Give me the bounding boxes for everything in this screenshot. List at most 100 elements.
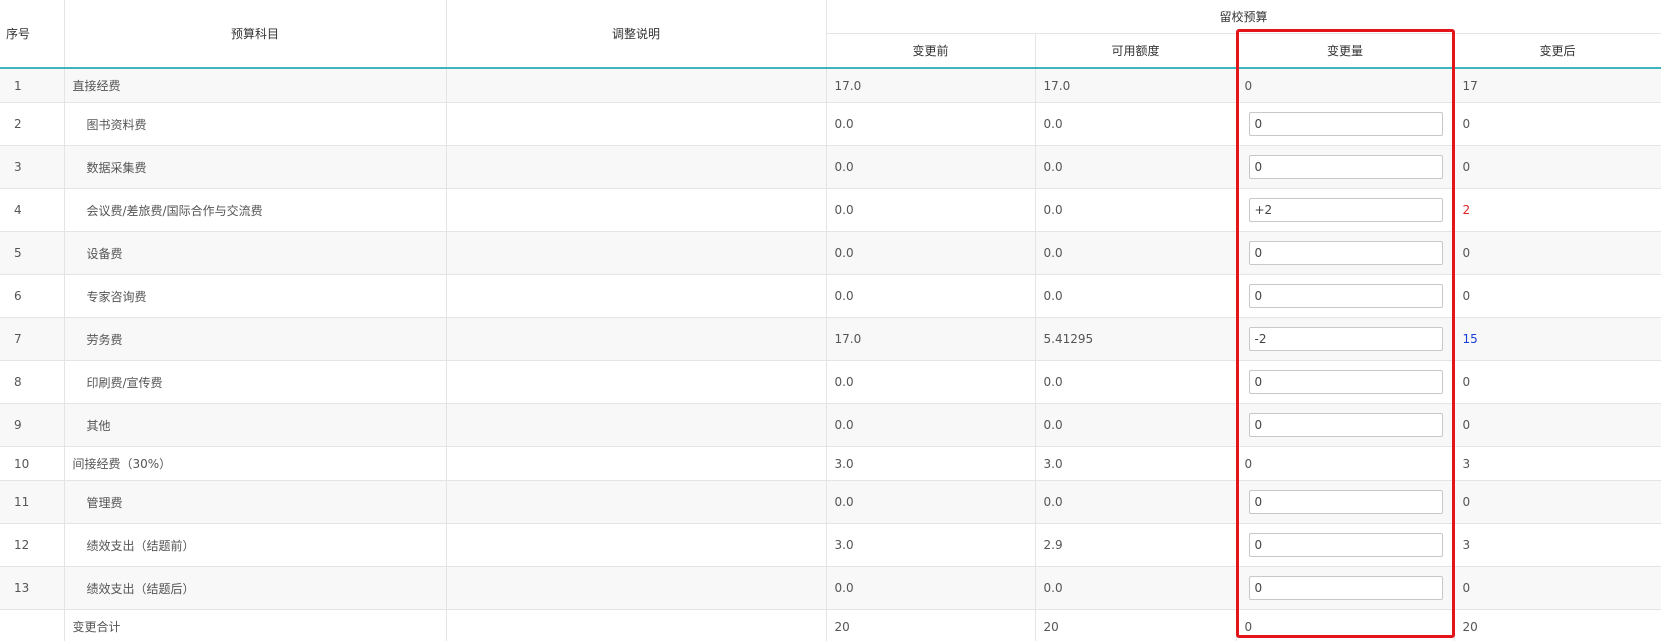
row-after: 0 [1454, 145, 1661, 189]
row-available: 0.0 [1035, 231, 1237, 275]
row-change [1236, 403, 1455, 447]
row-note [446, 145, 827, 189]
row-after: 0 [1454, 360, 1661, 404]
row-after: 17 [1454, 68, 1661, 103]
row-after: 0 [1454, 102, 1661, 146]
row-available: 0.0 [1035, 274, 1237, 318]
row-subject: 直接经费 [64, 68, 447, 103]
total-label: 变更合计 [64, 609, 447, 641]
change-input[interactable] [1248, 112, 1443, 136]
row-after: 0 [1454, 231, 1661, 275]
row-subject: 其他 [64, 403, 447, 447]
row-note [446, 480, 827, 524]
change-input[interactable] [1248, 533, 1443, 557]
change-input[interactable] [1248, 576, 1443, 600]
change-input[interactable] [1248, 370, 1443, 394]
row-subject: 专家咨询费 [64, 274, 447, 318]
row-subject: 数据采集费 [64, 145, 447, 189]
table-row: 7 劳务费 17.0 5.41295 15 [0, 317, 1661, 361]
row-change: 0 [1236, 68, 1455, 103]
header-subject: 预算科目 [64, 0, 447, 69]
budget-adjust-page: 序号 预算科目 调整说明 留校预算 变更前 可用额度 变更量 变更后 1 直接经… [0, 0, 1661, 641]
header-group-retained-budget: 留校预算 [826, 0, 1661, 34]
row-change [1236, 102, 1455, 146]
change-input[interactable] [1248, 490, 1443, 514]
row-subject-label: 绩效支出（结题后） [86, 581, 195, 596]
total-after: 20 [1454, 609, 1661, 641]
header-available: 可用额度 [1035, 33, 1237, 69]
row-index: 8 [0, 360, 65, 404]
table-row: 2 图书资料费 0.0 0.0 0 [0, 102, 1661, 146]
row-subject-label: 印刷费/宣传费 [86, 375, 163, 390]
row-change [1236, 274, 1455, 318]
total-change: 0 [1236, 609, 1455, 641]
row-subject: 间接经费（30%） [64, 446, 447, 481]
row-subject-label: 管理费 [86, 495, 123, 510]
row-available: 0.0 [1035, 480, 1237, 524]
row-available: 0.0 [1035, 566, 1237, 610]
budget-table: 序号 预算科目 调整说明 留校预算 变更前 可用额度 变更量 变更后 1 直接经… [0, 0, 1661, 641]
row-note [446, 102, 827, 146]
row-subject: 设备费 [64, 231, 447, 275]
row-subject-label: 图书资料费 [86, 117, 147, 132]
row-available: 2.9 [1035, 523, 1237, 567]
row-note [446, 523, 827, 567]
table-header: 序号 预算科目 调整说明 留校预算 变更前 可用额度 变更量 变更后 [0, 0, 1661, 69]
header-note: 调整说明 [446, 0, 827, 69]
row-subject-label: 其他 [86, 418, 111, 433]
row-before: 3.0 [826, 523, 1036, 567]
row-available: 5.41295 [1035, 317, 1237, 361]
row-subject: 印刷费/宣传费 [64, 360, 447, 404]
table-row: 5 设备费 0.0 0.0 0 [0, 231, 1661, 275]
header-change: 变更量 [1236, 33, 1455, 69]
row-subject-label: 专家咨询费 [86, 289, 147, 304]
row-before: 0.0 [826, 566, 1036, 610]
row-before: 0.0 [826, 403, 1036, 447]
row-note [446, 360, 827, 404]
row-before: 3.0 [826, 446, 1036, 481]
row-change [1236, 566, 1455, 610]
change-input[interactable] [1248, 327, 1443, 351]
row-after: 0 [1454, 274, 1661, 318]
row-change [1236, 317, 1455, 361]
row-before: 0.0 [826, 145, 1036, 189]
row-index: 9 [0, 403, 65, 447]
row-before: 0.0 [826, 188, 1036, 232]
row-after: 15 [1454, 317, 1661, 361]
row-note [446, 566, 827, 610]
row-subject-label: 会议费/差旅费/国际合作与交流费 [86, 203, 263, 218]
change-input[interactable] [1248, 155, 1443, 179]
row-before: 0.0 [826, 480, 1036, 524]
row-subject: 劳务费 [64, 317, 447, 361]
total-index [0, 609, 65, 641]
table-row: 3 数据采集费 0.0 0.0 0 [0, 145, 1661, 189]
row-before: 0.0 [826, 360, 1036, 404]
change-input[interactable] [1248, 241, 1443, 265]
row-subject: 图书资料费 [64, 102, 447, 146]
row-subject: 绩效支出（结题后） [64, 566, 447, 610]
row-index: 6 [0, 274, 65, 318]
table-row: 11 管理费 0.0 0.0 0 [0, 480, 1661, 524]
row-change [1236, 523, 1455, 567]
row-after: 0 [1454, 480, 1661, 524]
row-before: 0.0 [826, 102, 1036, 146]
change-input[interactable] [1248, 284, 1443, 308]
table-row: 6 专家咨询费 0.0 0.0 0 [0, 274, 1661, 318]
row-after: 3 [1454, 446, 1661, 481]
row-note [446, 317, 827, 361]
row-index: 12 [0, 523, 65, 567]
row-note [446, 403, 827, 447]
row-index: 10 [0, 446, 65, 481]
row-after: 2 [1454, 188, 1661, 232]
change-input[interactable] [1248, 413, 1443, 437]
table-row: 13 绩效支出（结题后） 0.0 0.0 0 [0, 566, 1661, 610]
header-after: 变更后 [1454, 33, 1661, 69]
row-index: 11 [0, 480, 65, 524]
row-before: 0.0 [826, 274, 1036, 318]
change-input[interactable] [1248, 198, 1443, 222]
row-available: 3.0 [1035, 446, 1237, 481]
row-note [446, 274, 827, 318]
row-index: 2 [0, 102, 65, 146]
row-available: 0.0 [1035, 145, 1237, 189]
total-available: 20 [1035, 609, 1237, 641]
